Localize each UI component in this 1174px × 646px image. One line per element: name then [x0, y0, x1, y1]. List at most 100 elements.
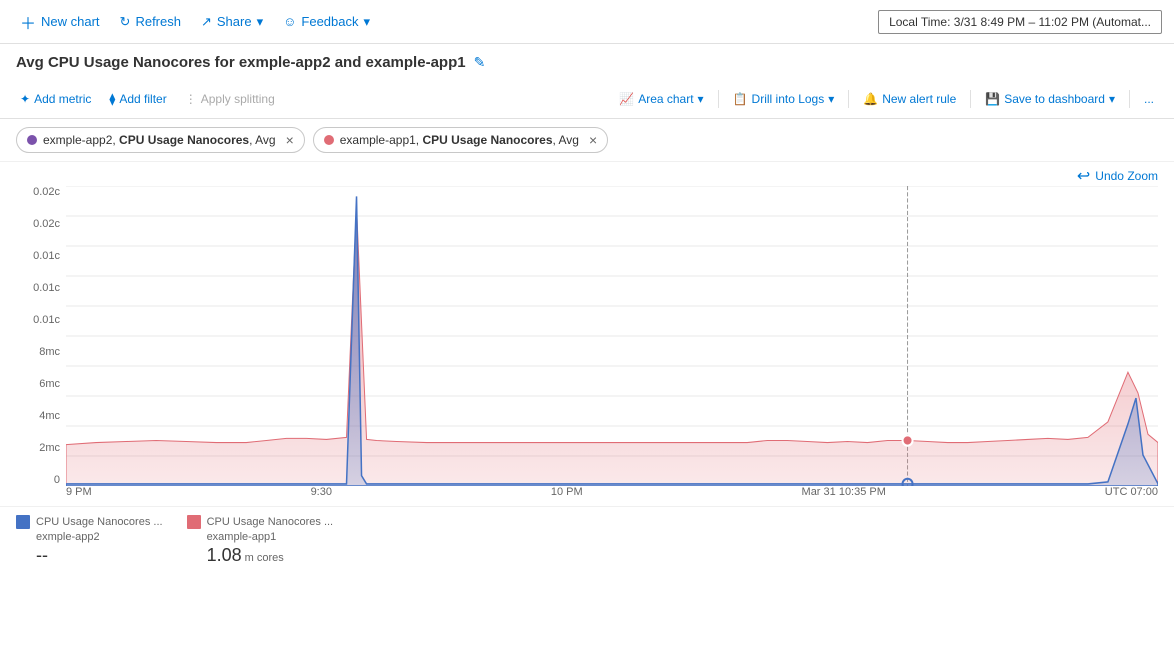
time-range-label: Local Time: 3/31 8:49 PM – 11:02 PM (Aut… — [889, 15, 1151, 29]
apply-splitting-button[interactable]: ⋮ Apply splitting — [177, 88, 283, 110]
metric-tag-1-dot — [27, 135, 37, 145]
new-chart-button[interactable]: ＋ New chart — [12, 6, 108, 38]
edit-title-icon[interactable]: ✎ — [474, 54, 486, 71]
feedback-button[interactable]: ☺ Feedback ▾ — [275, 10, 378, 34]
chart-toolbar-right: 📈 Area chart ▾ 📋 Drill into Logs ▾ 🔔 New… — [611, 88, 1162, 110]
chart-svg — [66, 186, 1158, 486]
add-filter-icon: ⧫ — [109, 92, 115, 106]
chart-title: Avg CPU Usage Nanocores for exmple-app2 … — [16, 54, 466, 71]
y-label-5: 8mc — [39, 346, 60, 358]
share-label: Share — [217, 14, 252, 29]
legend-value-2: 1.08 m cores — [187, 545, 334, 566]
x-label-1035: Mar 31 10:35 PM — [802, 486, 886, 506]
y-label-3: 0.01c — [33, 282, 60, 294]
y-label-1: 0.02c — [33, 218, 60, 230]
metric-tags-bar: exmple-app2, CPU Usage Nanocores, Avg × … — [0, 119, 1174, 162]
drill-into-logs-label: Drill into Logs — [752, 92, 825, 106]
area-chart-label: Area chart — [638, 92, 693, 106]
refresh-label: Refresh — [135, 14, 181, 29]
legend-label-row-1: CPU Usage Nanocores ... — [16, 515, 163, 529]
drill-logs-icon: 📋 — [733, 92, 748, 106]
undo-zoom-label: Undo Zoom — [1095, 169, 1158, 183]
area-chart-chevron-icon: ▾ — [698, 92, 704, 106]
undo-zoom-icon: ↩ — [1077, 166, 1090, 186]
drill-logs-chevron-icon: ▾ — [828, 92, 834, 106]
feedback-chevron-icon: ▾ — [364, 14, 371, 30]
apply-splitting-label: Apply splitting — [201, 92, 275, 106]
legend-item-2: CPU Usage Nanocores ... example-app1 1.0… — [187, 515, 334, 566]
metric-tag-1-close[interactable]: × — [286, 132, 294, 148]
legend-sublabel-1: exmple-app2 — [16, 531, 163, 543]
metric-tag-2-text: example-app1, CPU Usage Nanocores, Avg — [340, 133, 579, 147]
area-chart-icon: 📈 — [619, 92, 634, 106]
chart-inner: 0.02c 0.02c 0.01c 0.01c 0.01c 8mc 6mc 4m… — [16, 186, 1158, 506]
more-options-button[interactable]: ... — [1136, 88, 1162, 110]
top-toolbar-right: Local Time: 3/31 8:49 PM – 11:02 PM (Aut… — [878, 10, 1162, 34]
save-to-dashboard-label: Save to dashboard — [1004, 92, 1105, 106]
new-alert-rule-label: New alert rule — [882, 92, 956, 106]
legend-sublabel-2: example-app1 — [187, 531, 334, 543]
y-label-4: 0.01c — [33, 314, 60, 326]
chart-toolbar-left: ✦ Add metric ⧫ Add filter ⋮ Apply splitt… — [12, 88, 283, 110]
top-toolbar: ＋ New chart ↻ Refresh ↗ Share ▾ ☺ Feedba… — [0, 0, 1174, 44]
legend-color-2 — [187, 515, 201, 529]
y-label-9: 0 — [54, 474, 60, 486]
toolbar-sep-4 — [1129, 90, 1130, 108]
metric-tag-1: exmple-app2, CPU Usage Nanocores, Avg × — [16, 127, 305, 153]
chart-toolbar: ✦ Add metric ⧫ Add filter ⋮ Apply splitt… — [0, 79, 1174, 119]
chart-legend: CPU Usage Nanocores ... exmple-app2 -- C… — [0, 506, 1174, 574]
toolbar-sep-1 — [718, 90, 719, 108]
refresh-button[interactable]: ↻ Refresh — [112, 10, 189, 34]
area-chart-button[interactable]: 📈 Area chart ▾ — [611, 88, 711, 110]
feedback-label: Feedback — [301, 14, 358, 29]
share-button[interactable]: ↗ Share ▾ — [193, 10, 271, 34]
x-label-10pm: 10 PM — [551, 486, 583, 506]
chart-container: 0.02c 0.02c 0.01c 0.01c 0.01c 8mc 6mc 4m… — [16, 186, 1158, 506]
y-axis: 0.02c 0.02c 0.01c 0.01c 0.01c 8mc 6mc 4m… — [16, 186, 66, 486]
alert-icon: 🔔 — [863, 92, 878, 106]
undo-zoom-button[interactable]: ↩ Undo Zoom — [1077, 166, 1158, 186]
x-axis: 9 PM 9:30 10 PM Mar 31 10:35 PM UTC 07:0… — [66, 486, 1158, 506]
more-options-label: ... — [1144, 92, 1154, 106]
legend-label-row-2: CPU Usage Nanocores ... — [187, 515, 334, 529]
y-label-6: 6mc — [39, 378, 60, 390]
add-filter-label: Add filter — [119, 92, 166, 106]
x-label-9pm: 9 PM — [66, 486, 92, 506]
save-to-dashboard-button[interactable]: 💾 Save to dashboard ▾ — [977, 88, 1123, 110]
share-chevron-icon: ▾ — [257, 14, 264, 30]
feedback-icon: ☺ — [283, 14, 296, 29]
metric-tag-2-dot — [324, 135, 334, 145]
metric-tag-2: example-app1, CPU Usage Nanocores, Avg × — [313, 127, 608, 153]
undo-zoom-bar: ↩ Undo Zoom — [0, 162, 1174, 186]
y-label-2: 0.01c — [33, 250, 60, 262]
new-alert-rule-button[interactable]: 🔔 New alert rule — [855, 88, 964, 110]
add-filter-button[interactable]: ⧫ Add filter — [101, 88, 174, 110]
apply-splitting-icon: ⋮ — [185, 92, 197, 106]
legend-color-1 — [16, 515, 30, 529]
add-metric-button[interactable]: ✦ Add metric — [12, 88, 99, 110]
chart-title-bar: Avg CPU Usage Nanocores for exmple-app2 … — [0, 44, 1174, 79]
refresh-icon: ↻ — [120, 14, 131, 30]
time-range-button[interactable]: Local Time: 3/31 8:49 PM – 11:02 PM (Aut… — [878, 10, 1162, 34]
save-chevron-icon: ▾ — [1109, 92, 1115, 106]
x-label-930: 9:30 — [311, 486, 332, 506]
legend-item-1: CPU Usage Nanocores ... exmple-app2 -- — [16, 515, 163, 566]
drill-into-logs-button[interactable]: 📋 Drill into Logs ▾ — [725, 88, 843, 110]
metric-tag-2-close[interactable]: × — [589, 132, 597, 148]
share-icon: ↗ — [201, 14, 212, 30]
toolbar-sep-3 — [970, 90, 971, 108]
new-chart-label: New chart — [41, 14, 100, 29]
legend-label-2: CPU Usage Nanocores ... — [207, 516, 334, 528]
add-metric-icon: ✦ — [20, 92, 30, 106]
add-metric-label: Add metric — [34, 92, 91, 106]
legend-value-1: -- — [16, 545, 163, 566]
y-label-0: 0.02c — [33, 186, 60, 198]
y-label-7: 4mc — [39, 410, 60, 422]
top-toolbar-left: ＋ New chart ↻ Refresh ↗ Share ▾ ☺ Feedba… — [12, 6, 378, 38]
save-icon: 💾 — [985, 92, 1000, 106]
plus-icon: ＋ — [20, 10, 36, 34]
legend-label-1: CPU Usage Nanocores ... — [36, 516, 163, 528]
metric-tag-1-text: exmple-app2, CPU Usage Nanocores, Avg — [43, 133, 276, 147]
chart-plot — [66, 186, 1158, 486]
x-label-utc: UTC 07:00 — [1105, 486, 1158, 506]
